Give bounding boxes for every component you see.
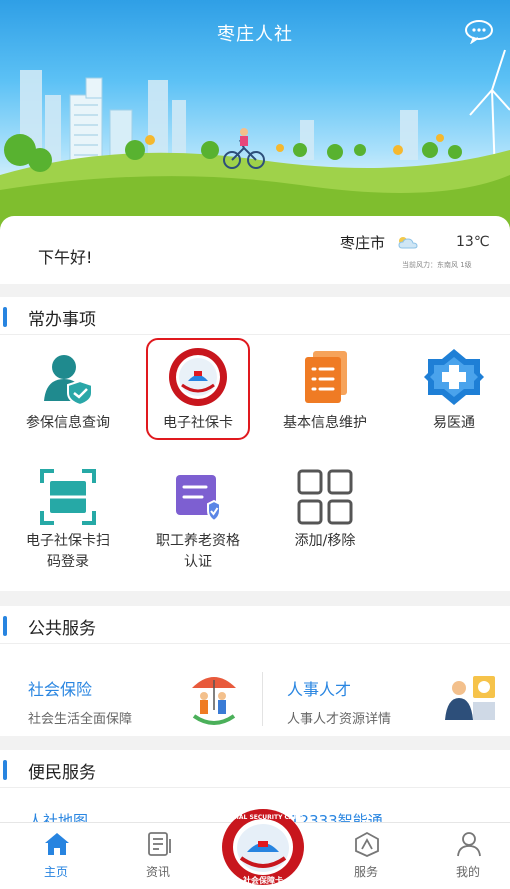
grid-add-icon bbox=[297, 469, 353, 525]
highlight-box bbox=[146, 338, 250, 440]
weather-wind: 当前风力：东南风 1级 bbox=[402, 261, 472, 269]
greeting-text: 下午好! bbox=[38, 248, 93, 267]
common-item-label: 基本信息维护 bbox=[283, 415, 367, 431]
nav-label: 我的 bbox=[455, 865, 480, 879]
common-item-scan-login[interactable]: 电子社保卡扫 码登录 bbox=[8, 461, 128, 581]
social-security-card-badge[interactable]: SOCIAL SECURITY CARD 社会保障卡 bbox=[221, 808, 305, 886]
businessman-icon bbox=[445, 676, 495, 720]
weather-city[interactable]: 枣庄市 bbox=[340, 232, 385, 253]
weather-temperature: 13℃ bbox=[456, 234, 490, 250]
common-item-basic-info[interactable]: 基本信息维护 bbox=[265, 335, 385, 445]
document-list-icon bbox=[305, 351, 347, 403]
nav-service[interactable]: 服务 bbox=[326, 823, 406, 889]
common-item-yiyitong[interactable]: 易医通 bbox=[394, 335, 510, 445]
common-item-add-remove[interactable]: 添加/移除 bbox=[265, 461, 385, 581]
app-screen: 枣庄人社 下午好! 枣庄市 13℃ 当前风力：东南风 1级 常办事项 参保信息查… bbox=[0, 0, 510, 889]
common-item-label: 参保信息查询 bbox=[26, 415, 110, 431]
service-title: 社会保险 bbox=[28, 680, 93, 699]
nav-mine[interactable]: 我的 bbox=[428, 823, 508, 889]
nav-news[interactable]: 资讯 bbox=[118, 823, 198, 889]
section-title: 便民服务 bbox=[28, 763, 96, 783]
nav-label: 资讯 bbox=[145, 865, 170, 879]
medical-cross-icon bbox=[424, 349, 484, 405]
service-subtitle: 人事人才资源详情 bbox=[287, 712, 392, 727]
service-hr-talent[interactable]: 人事人才 人事人才资源详情 bbox=[263, 644, 510, 736]
chat-bubble-icon[interactable] bbox=[464, 18, 494, 44]
app-title: 枣庄人社 bbox=[217, 24, 293, 45]
greeting-card: 下午好! 枣庄市 13℃ 当前风力：东南风 1级 bbox=[0, 216, 510, 284]
service-title: 人事人才 bbox=[287, 680, 352, 699]
user-icon bbox=[457, 832, 481, 857]
convenience-item-map[interactable]: 人社地图 bbox=[28, 810, 88, 822]
nav-label: 主页 bbox=[43, 865, 68, 879]
section-accent-bar bbox=[3, 616, 7, 636]
section-accent-bar bbox=[3, 307, 7, 327]
badge-bottom-text: 社会保障卡 bbox=[242, 875, 283, 885]
common-items-grid: 参保信息查询 电子社保卡 基本信息维护 易医通 电子社保卡扫 码登录 职工养老资… bbox=[0, 335, 510, 591]
cloud-icon bbox=[398, 237, 418, 249]
section-title: 常办事项 bbox=[28, 310, 96, 330]
home-icon bbox=[45, 833, 69, 855]
common-item-pension-auth[interactable]: 职工养老资格 认证 bbox=[138, 461, 258, 581]
common-item-label-line1: 职工养老资格 bbox=[156, 533, 240, 549]
common-item-label: 添加/移除 bbox=[294, 533, 356, 549]
section-accent-bar bbox=[3, 760, 7, 780]
nav-label: 服务 bbox=[353, 865, 378, 879]
common-item-label: 易医通 bbox=[433, 415, 475, 431]
section-header-common: 常办事项 bbox=[0, 297, 510, 335]
nav-home[interactable]: 主页 bbox=[16, 823, 96, 889]
scan-frame-icon bbox=[40, 469, 96, 525]
common-item-insurance-query[interactable]: 参保信息查询 bbox=[8, 335, 128, 445]
verified-document-icon bbox=[176, 475, 221, 523]
service-social-insurance[interactable]: 社会保险 社会生活全面保障 bbox=[0, 644, 262, 736]
news-icon bbox=[148, 832, 171, 856]
section-header-public: 公共服务 bbox=[0, 606, 510, 644]
service-icon bbox=[355, 831, 379, 857]
common-item-label-line2: 码登录 bbox=[47, 554, 89, 570]
common-item-label-line2: 认证 bbox=[184, 554, 212, 570]
badge-top-text: SOCIAL SECURITY CARD bbox=[223, 814, 303, 821]
section-header-convenience: 便民服务 bbox=[0, 750, 510, 788]
user-shield-icon bbox=[44, 355, 93, 407]
public-services-panel: 社会保险 社会生活全面保障 人事人才 人事人才资源详情 bbox=[0, 644, 510, 736]
hero-banner: 枣庄人社 bbox=[0, 0, 510, 230]
common-item-label-line1: 电子社保卡扫 bbox=[26, 533, 110, 549]
service-subtitle: 社会生活全面保障 bbox=[28, 712, 133, 727]
section-title: 公共服务 bbox=[28, 619, 96, 639]
family-umbrella-icon bbox=[192, 677, 236, 725]
